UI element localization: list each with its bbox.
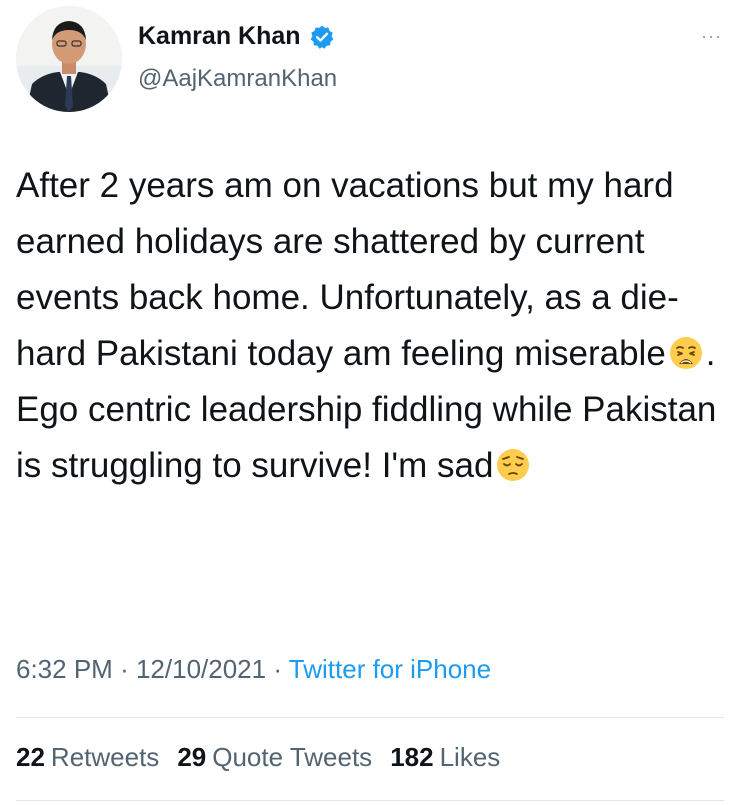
author-display-name[interactable]: Kamran Khan [138, 22, 301, 51]
likes-stat[interactable]: 182 Likes [390, 742, 500, 773]
meta-separator: · [120, 654, 129, 684]
verified-badge-icon [309, 24, 335, 50]
tweet-date[interactable]: 12/10/2021 [136, 654, 266, 684]
tweet-text-part1: After 2 years am on vacations but my har… [16, 166, 679, 373]
author-handle[interactable]: @AajKamranKhan [138, 65, 337, 93]
tweet-metadata: 6:32 PM · 12/10/2021 · Twitter for iPhon… [16, 654, 491, 685]
tweet-source-link[interactable]: Twitter for iPhone [289, 654, 491, 684]
avatar-image [16, 6, 122, 112]
divider [16, 800, 724, 801]
meta-separator: · [273, 654, 283, 684]
retweets-stat[interactable]: 22 Retweets [16, 742, 159, 773]
retweets-count: 22 [16, 742, 45, 772]
tweet-stats: 22 Retweets 29 Quote Tweets 182 Likes [16, 742, 500, 773]
more-icon[interactable]: ··· [701, 26, 722, 47]
author-name-row: Kamran Khan [138, 22, 335, 51]
quote-tweets-count: 29 [177, 742, 207, 772]
tweet-card: Kamran Khan @AajKamranKhan ··· After 2 y… [0, 0, 740, 805]
likes-count: 182 [390, 742, 434, 772]
quote-tweets-label: Quote Tweets [212, 742, 373, 772]
likes-label: Likes [439, 742, 501, 772]
avatar[interactable] [16, 6, 122, 112]
quote-tweets-stat[interactable]: 29 Quote Tweets [177, 742, 372, 773]
tweet-time[interactable]: 6:32 PM [16, 654, 113, 684]
tweet-text: After 2 years am on vacations but my har… [16, 158, 731, 494]
divider [16, 717, 724, 718]
retweets-label: Retweets [50, 742, 160, 772]
weary-face-emoji [668, 332, 704, 369]
pensive-face-emoji [495, 444, 531, 481]
